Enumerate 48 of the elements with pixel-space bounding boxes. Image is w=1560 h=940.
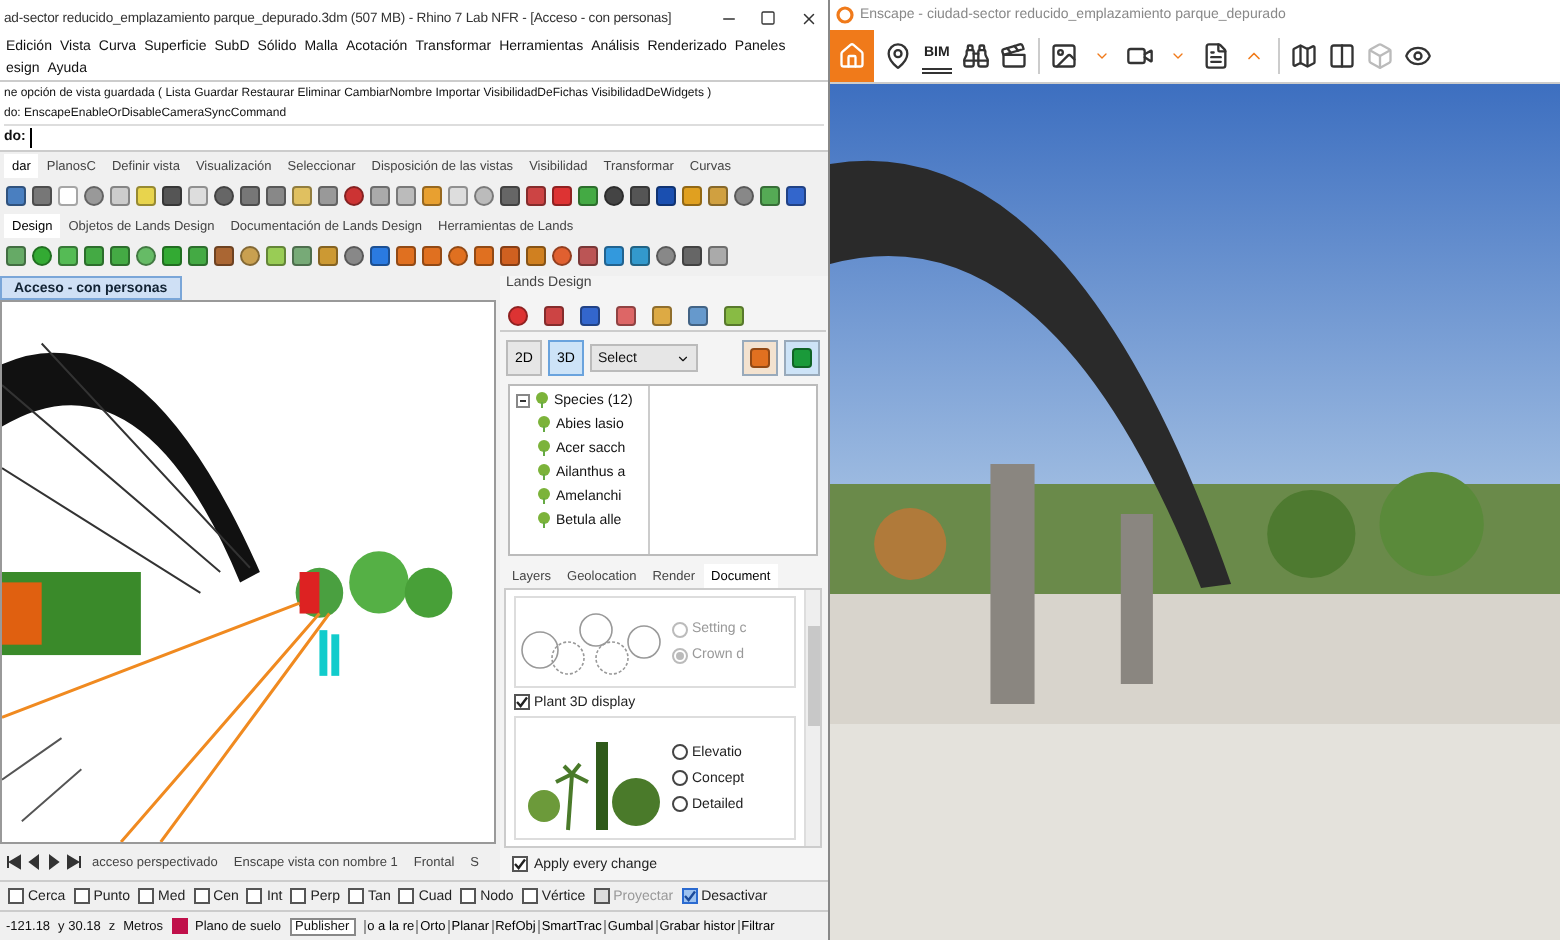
plant-tool-button[interactable] [742,340,778,376]
map-icon [1289,42,1318,70]
binoculars-icon [961,42,990,70]
checkbox[interactable] [398,888,415,904]
checkbox[interactable] [521,888,538,904]
video-camera-icon [1125,42,1154,70]
checkbox[interactable] [348,888,365,904]
checkbox[interactable] [460,888,477,904]
plant-icon [534,392,550,408]
document-icon [1201,42,1230,70]
maximize-icon [760,10,776,26]
columns-icon [1327,42,1356,70]
close-icon [799,9,817,27]
cube-icon [1365,42,1394,70]
chevron-down-icon [1093,48,1110,64]
plant-icon [536,512,552,528]
home-icon [838,42,866,70]
checkbox[interactable] [73,888,90,904]
checkbox[interactable] [290,888,307,904]
radio-button[interactable] [672,770,688,786]
last-view-icon[interactable] [66,854,82,870]
map-pin-icon [884,42,912,70]
plant-icon [536,464,552,480]
checkbox[interactable] [8,888,24,904]
checkbox[interactable] [193,888,210,904]
previous-view-icon[interactable] [26,854,42,870]
chevron-down-icon [1169,48,1186,64]
app-logo-icon [836,6,854,24]
radio-button[interactable] [672,744,688,760]
first-view-icon[interactable] [6,854,22,870]
checkbox[interactable] [512,856,528,872]
eye-icon [1403,42,1432,70]
radio-button[interactable] [672,796,688,812]
plant-icon [536,440,552,456]
home-button[interactable] [830,30,874,82]
checkbox[interactable] [681,888,698,904]
checkbox[interactable] [514,694,530,710]
scrollbar[interactable] [804,590,820,846]
plant-icon [536,416,552,432]
checkbox[interactable] [246,888,263,904]
checkbox[interactable] [137,888,154,904]
next-view-icon[interactable] [46,854,62,870]
plant-icon [536,488,552,504]
chevron-down-icon [676,351,690,365]
collapse-icon[interactable] [516,393,530,407]
toggle-button[interactable] [784,340,820,376]
clapperboard-icon [999,42,1028,70]
image-icon [1049,42,1078,70]
